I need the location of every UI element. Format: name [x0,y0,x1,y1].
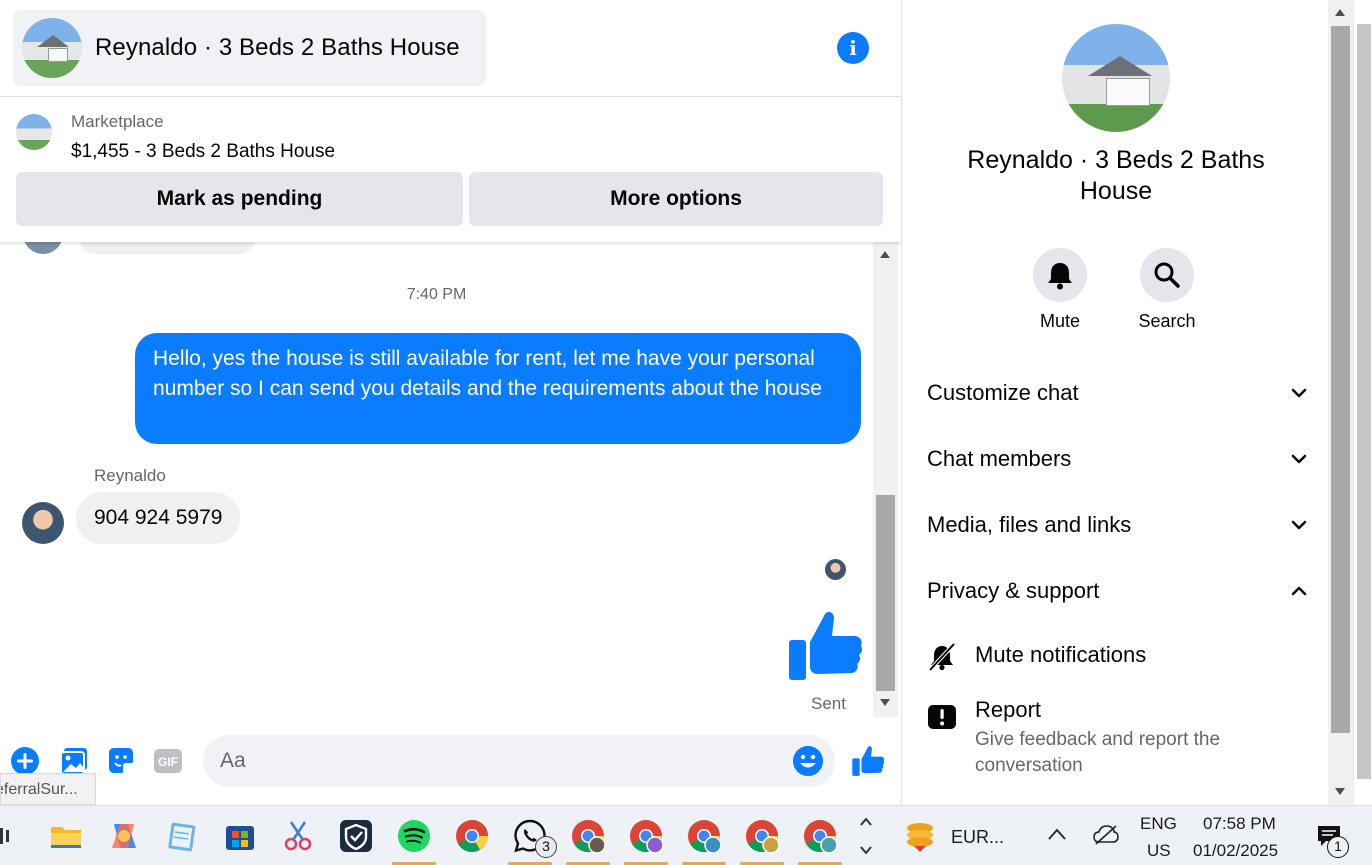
page-scrollbar[interactable] [1328,0,1353,805]
house-avatar [22,18,82,78]
chat-header: Reynaldo · 3 Beds 2 Baths House i [0,0,901,97]
read-receipt-avatar [825,559,846,580]
more-options-button[interactable]: More options [469,172,883,226]
sender-name: Reynaldo [94,466,166,485]
mute-notifications-item[interactable]: Mute notifications [927,642,1307,674]
mute-notifications-label: Mute notifications [975,642,1147,667]
photo-icon[interactable] [59,746,89,776]
search-button[interactable] [1140,248,1194,302]
bell-off-icon [928,642,956,672]
incoming-message[interactable]: 904 924 5979 [76,492,241,544]
report-title: Report [975,697,1042,722]
scroll-up-arrow-icon[interactable] [1335,9,1345,16]
chrome-profile-icon[interactable] [744,818,780,854]
taskbar-overflow-icon[interactable] [858,814,874,858]
mute-label: Mute [1039,311,1081,331]
scrollbar-thumb[interactable] [1331,26,1350,733]
message-input-placeholder: Aa [220,749,246,772]
section-label: Customize chat [927,380,1079,405]
notepad-icon[interactable] [164,818,200,854]
clock-time[interactable]: 07:58 PM [1203,814,1276,834]
scroll-down-arrow-icon[interactable] [1335,788,1345,795]
currency-widget-label[interactable]: EUR... [951,827,1004,848]
notification-count-badge: 1 [1327,836,1349,858]
conversation-avatar[interactable] [1062,24,1170,132]
message-input[interactable]: Aa [203,735,835,787]
gif-icon[interactable]: GIF [153,746,183,776]
chrome-profile-icon[interactable] [802,818,838,854]
chevron-down-icon [1291,454,1307,464]
message-scrollbar[interactable] [873,242,898,717]
details-title: Reynaldo · 3 Beds 2 Baths House [967,146,1265,205]
outgoing-message[interactable]: Hello, yes the house is still available … [135,333,861,444]
chevron-down-icon [1291,388,1307,398]
scroll-down-arrow-icon[interactable] [880,699,890,706]
message-list[interactable]: 7:40 PM Hello, yes the house is still av… [0,242,873,717]
scrollbar-thumb[interactable] [1357,24,1371,779]
clock-date[interactable]: 01/02/2025 [1193,841,1278,861]
chevron-up-icon [1291,586,1307,596]
window-edge-scrollbar[interactable] [1353,0,1372,805]
sender-avatar[interactable] [22,502,64,544]
currency-coins-icon[interactable] [902,818,938,854]
microsoft-store-icon[interactable] [222,818,258,854]
thumbs-up-icon[interactable] [786,608,864,684]
search-label: Search [1138,311,1196,331]
chat-members-section[interactable]: Chat members [927,439,1307,479]
listing-title[interactable]: $1,455 - 3 Beds 2 Baths House [71,141,335,163]
avatar [23,242,63,254]
scroll-up-arrow-icon[interactable] [880,251,890,258]
scrollbar-thumb[interactable] [876,495,895,691]
task-view-icon[interactable] [0,818,14,854]
bell-icon [1048,263,1072,290]
file-explorer-icon[interactable] [48,818,84,854]
browser-status-tooltip: eferralSur... [0,773,96,805]
composer: GIF Aa [0,717,901,805]
chevron-up-icon[interactable] [1047,827,1067,841]
plus-icon[interactable] [10,746,40,776]
windows-taskbar: 3 EUR... ENG US 07:58 PM 01/02/2025 1 [0,805,1372,865]
mark-as-pending-button[interactable]: Mark as pending [16,172,463,226]
mute-button[interactable] [1033,248,1087,302]
input-language[interactable]: ENG [1140,814,1177,834]
report-item[interactable]: Report Give feedback and report the conv… [927,697,1307,782]
spotify-icon[interactable] [396,818,432,854]
section-label: Media, files and links [927,512,1132,537]
whatsapp-badge: 3 [535,836,557,858]
alert-icon [928,705,956,729]
section-label: Privacy & support [927,578,1100,603]
message-timestamp: 7:40 PM [406,286,467,303]
conversation-title: Reynaldo · 3 Beds 2 Baths House [95,34,460,61]
section-label: Chat members [927,446,1072,471]
emoji-icon[interactable] [793,746,823,776]
privacy-support-section[interactable]: Privacy & support [927,571,1307,611]
sticker-icon[interactable] [106,746,136,776]
marketplace-label: Marketplace [71,112,164,131]
vpn-shield-icon[interactable] [338,818,374,854]
copilot-icon[interactable] [106,818,142,854]
conversation-details-panel: Reynaldo · 3 Beds 2 Baths House Mute Sea… [901,0,1328,805]
info-icon[interactable]: i [837,32,869,64]
chevron-down-icon [1291,520,1307,530]
network-offline-icon[interactable] [1092,824,1120,846]
input-region: US [1147,841,1171,860]
snipping-tool-icon[interactable] [280,818,316,854]
media-files-links-section[interactable]: Media, files and links [927,505,1307,545]
listing-thumbnail[interactable] [16,114,52,150]
marketplace-banner: Marketplace $1,455 - 3 Beds 2 Baths Hous… [0,97,901,242]
message-bubble-partial [78,242,256,254]
report-description: Give feedback and report the conversatio… [975,729,1221,776]
chrome-icon[interactable] [454,818,490,854]
chrome-profile-icon[interactable] [570,818,606,854]
message-status: Sent [811,694,846,713]
gif-label: GIF [158,755,178,769]
thumbs-up-send-icon[interactable] [851,744,885,778]
customize-chat-section[interactable]: Customize chat [927,373,1307,413]
search-icon [1154,262,1180,288]
conversation-title-button[interactable]: Reynaldo · 3 Beds 2 Baths House [13,10,486,86]
chrome-profile-icon[interactable] [686,818,722,854]
chrome-profile-icon[interactable] [628,818,664,854]
